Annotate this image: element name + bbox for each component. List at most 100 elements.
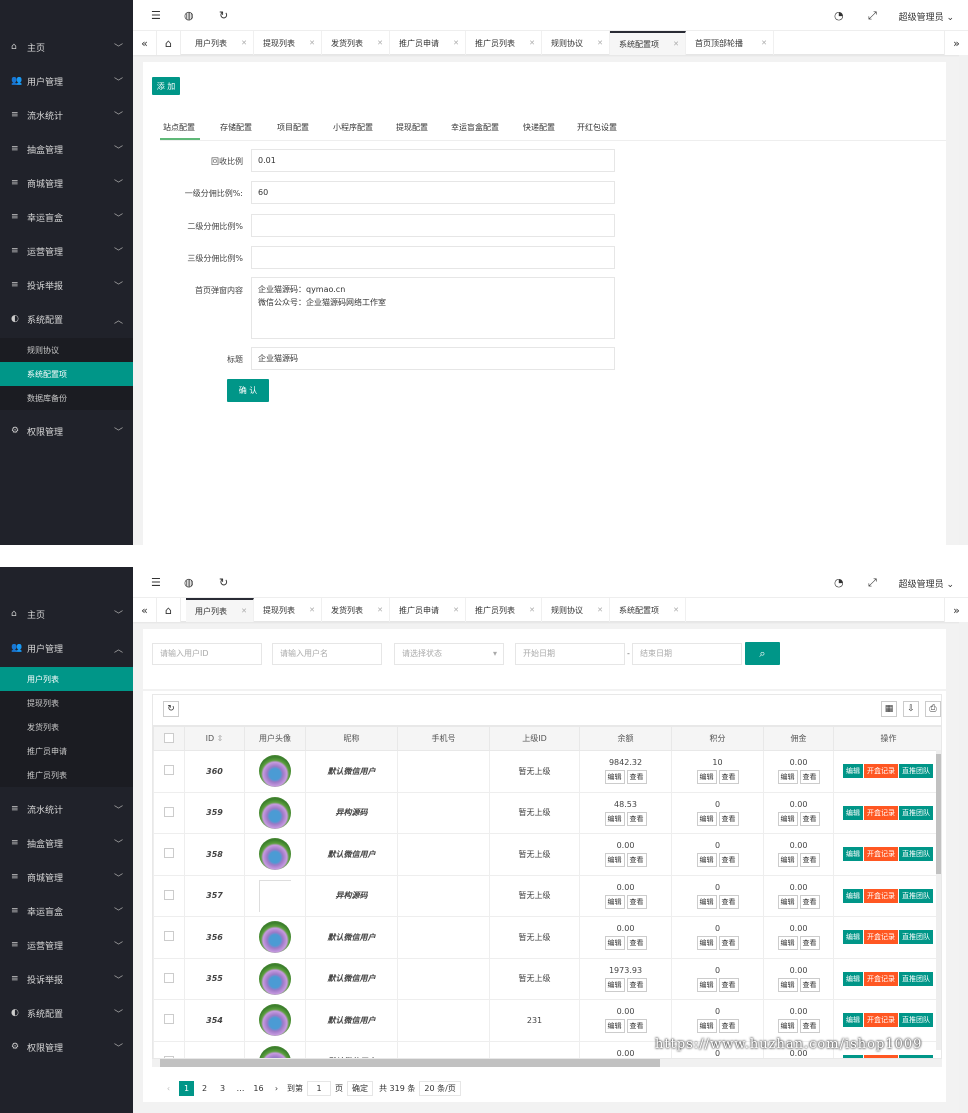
sidebar-item-9[interactable]: ⚙ 权限管理 ﹀: [0, 414, 133, 448]
balance-edit-button[interactable]: 编辑: [604, 936, 625, 951]
tabs-next-icon[interactable]: »: [944, 31, 968, 55]
fullscreen-icon[interactable]: ⤢: [868, 9, 877, 23]
home-tab-icon[interactable]: ⌂: [157, 31, 181, 55]
table-refresh-icon[interactable]: ↻: [163, 701, 179, 717]
points-view-button[interactable]: 查看: [718, 894, 739, 909]
submenu-item-2[interactable]: 数据库备份: [0, 386, 133, 410]
sidebar-item-8[interactable]: ◐ 系统配置 ︿: [0, 302, 133, 336]
points-view-button[interactable]: 查看: [718, 770, 739, 785]
prev-page-icon[interactable]: ‹: [161, 1081, 176, 1096]
tabs-next-icon[interactable]: »: [944, 598, 968, 622]
close-icon[interactable]: ✕: [673, 40, 679, 48]
box-records-button[interactable]: 开盒记录: [864, 805, 898, 820]
balance-view-button[interactable]: 查看: [626, 977, 647, 992]
sort-icon[interactable]: ⇕: [214, 734, 224, 743]
points-edit-button[interactable]: 编辑: [696, 894, 717, 909]
tabs-prev-icon[interactable]: «: [133, 31, 157, 55]
tab-2[interactable]: 发货列表 ✕: [322, 598, 390, 622]
edit-button[interactable]: 编辑: [843, 930, 863, 945]
recycle-input[interactable]: 0.01: [251, 149, 615, 172]
points-view-button[interactable]: 查看: [718, 811, 739, 826]
row-checkbox[interactable]: [164, 806, 174, 817]
balance-view-button[interactable]: 查看: [626, 811, 647, 826]
refresh-icon[interactable]: ↻: [219, 9, 228, 22]
columns-icon[interactable]: ▦: [881, 701, 897, 717]
page-0[interactable]: 1: [179, 1081, 194, 1096]
box-records-button[interactable]: 开盒记录: [864, 971, 898, 986]
commission-view-button[interactable]: 查看: [799, 977, 820, 992]
config-tab-3[interactable]: 小程序配置: [333, 122, 373, 133]
popup-textarea[interactable]: 企业猫源码：qymao.cn 微信公众号：企业猫源码网络工作室: [251, 277, 615, 339]
refresh-icon[interactable]: ↻: [219, 576, 228, 589]
balance-edit-button[interactable]: 编辑: [604, 977, 625, 992]
commission-view-button[interactable]: 查看: [799, 936, 820, 951]
fullscreen-icon[interactable]: ⤢: [868, 576, 877, 590]
close-icon[interactable]: ✕: [761, 39, 767, 47]
page-4[interactable]: 16: [251, 1081, 266, 1096]
close-icon[interactable]: ✕: [597, 606, 603, 614]
submenu-item-3[interactable]: 推广员申请: [0, 739, 133, 763]
sidebar-item-1[interactable]: 👥 用户管理 ︿: [0, 631, 133, 665]
level2-input[interactable]: [251, 214, 615, 237]
direct-team-button[interactable]: 直推团队: [899, 888, 933, 903]
commission-view-button[interactable]: 查看: [799, 811, 820, 826]
close-icon[interactable]: ✕: [309, 39, 315, 47]
tab-5[interactable]: 规则协议 ✕: [542, 598, 610, 622]
theme-icon[interactable]: ◔: [834, 576, 844, 589]
config-tab-0[interactable]: 站点配置: [163, 122, 195, 133]
commission-edit-button[interactable]: 编辑: [777, 894, 798, 909]
commission-view-button[interactable]: 查看: [799, 770, 820, 785]
sidebar-item-6[interactable]: ≡ 运营管理 ﹀: [0, 234, 133, 268]
next-page-icon[interactable]: ›: [269, 1081, 284, 1096]
level1-input[interactable]: 60: [251, 181, 615, 204]
edit-button[interactable]: 编辑: [843, 764, 863, 779]
sidebar-item-5[interactable]: ≡ 幸运盲盒 ﹀: [0, 894, 133, 928]
close-icon[interactable]: ✕: [597, 39, 603, 47]
row-checkbox[interactable]: [164, 1014, 174, 1025]
submenu-item-2[interactable]: 发货列表: [0, 715, 133, 739]
box-records-button[interactable]: 开盒记录: [864, 847, 898, 862]
points-edit-button[interactable]: 编辑: [696, 977, 717, 992]
edit-button[interactable]: 编辑: [843, 888, 863, 903]
config-tab-5[interactable]: 幸运盲盒配置: [451, 122, 499, 133]
balance-view-button[interactable]: 查看: [626, 1019, 647, 1034]
direct-team-button[interactable]: 直推团队: [899, 764, 933, 779]
user-menu[interactable]: 超级管理员 ⌄: [899, 10, 954, 23]
points-view-button[interactable]: 查看: [718, 977, 739, 992]
theme-icon[interactable]: ◔: [834, 9, 844, 22]
tabs-prev-icon[interactable]: «: [133, 598, 157, 622]
submenu-item-0[interactable]: 规则协议: [0, 338, 133, 362]
points-edit-button[interactable]: 编辑: [696, 853, 717, 868]
page-1[interactable]: 2: [197, 1081, 212, 1096]
sidebar-item-5[interactable]: ≡ 幸运盲盒 ﹀: [0, 200, 133, 234]
edit-button[interactable]: 编辑: [843, 971, 863, 986]
row-checkbox[interactable]: [164, 889, 174, 900]
close-icon[interactable]: ✕: [309, 606, 315, 614]
config-tab-1[interactable]: 存储配置: [220, 122, 252, 133]
direct-team-button[interactable]: 直推团队: [899, 930, 933, 945]
sidebar-item-1[interactable]: 👥 用户管理 ﹀: [0, 64, 133, 98]
commission-edit-button[interactable]: 编辑: [777, 770, 798, 785]
config-tab-2[interactable]: 项目配置: [277, 122, 309, 133]
sidebar-item-2[interactable]: ≡ 流水统计 ﹀: [0, 98, 133, 132]
sidebar-item-7[interactable]: ≡ 投诉举报 ﹀: [0, 962, 133, 996]
sidebar-item-6[interactable]: ≡ 运营管理 ﹀: [0, 928, 133, 962]
points-edit-button[interactable]: 编辑: [696, 1019, 717, 1034]
close-icon[interactable]: ✕: [241, 39, 247, 47]
close-icon[interactable]: ✕: [377, 39, 383, 47]
submenu-item-4[interactable]: 推广员列表: [0, 763, 133, 787]
end-date-input[interactable]: 结束日期: [632, 643, 742, 665]
goto-confirm-button[interactable]: 确定: [347, 1081, 373, 1096]
username-input[interactable]: 请输入用户名: [272, 643, 382, 665]
tab-0[interactable]: 用户列表 ✕: [186, 31, 254, 55]
table-vscroll[interactable]: [936, 750, 941, 1050]
balance-edit-button[interactable]: 编辑: [604, 1019, 625, 1034]
direct-team-button[interactable]: 直推团队: [899, 971, 933, 986]
box-records-button[interactable]: 开盒记录: [864, 888, 898, 903]
page-number-input[interactable]: 1: [307, 1081, 331, 1096]
close-icon[interactable]: ✕: [377, 606, 383, 614]
edit-button[interactable]: 编辑: [843, 1013, 863, 1028]
sidebar-item-9[interactable]: ⚙ 权限管理 ﹀: [0, 1030, 133, 1064]
page-scrollbar[interactable]: [959, 55, 968, 545]
config-tab-7[interactable]: 开红包设置: [577, 122, 617, 133]
